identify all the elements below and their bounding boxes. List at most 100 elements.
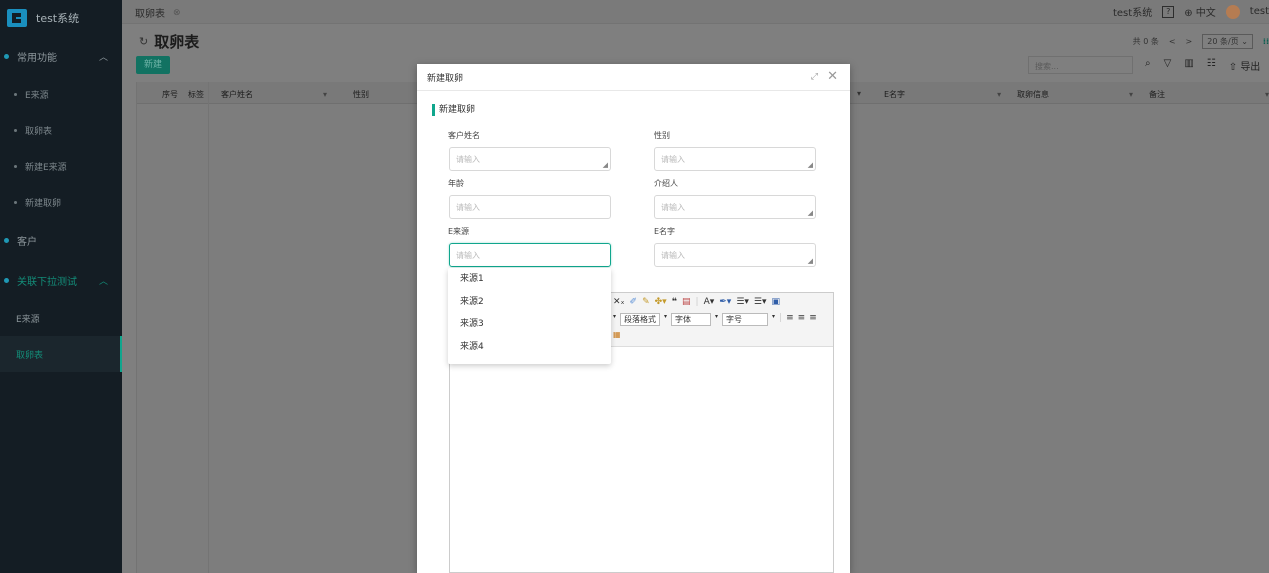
fullscreen-icon[interactable]: ⤢	[811, 72, 818, 82]
label-gender: 性别	[654, 131, 670, 140]
next-page-button[interactable]: >	[1186, 37, 1193, 46]
placeholder: 请输入	[661, 203, 685, 212]
col-e-name[interactable]: E名字 ▾	[884, 89, 1001, 100]
col-label: E名字	[884, 90, 906, 99]
select-label: 字号	[726, 315, 743, 324]
app-logo[interactable]: test系统	[0, 0, 122, 36]
filter-icon[interactable]: ▽	[1164, 58, 1172, 73]
close-tab-icon[interactable]: ⊗	[173, 8, 181, 18]
align-right-icon[interactable]: ≡	[809, 313, 817, 326]
sidebar-item-label: 新建E来源	[25, 162, 67, 173]
chevron-up-icon: ︿	[98, 53, 108, 63]
page-size-select[interactable]: 20 条/页 ⌄	[1202, 34, 1253, 49]
placeholder: 请输入	[456, 251, 480, 260]
quote-icon[interactable]: ❝	[672, 297, 677, 307]
customer-name-field[interactable]: 请输入 ◢	[449, 147, 611, 171]
chart-icon[interactable]: ▥	[1184, 58, 1193, 73]
sidebar-item-new-e-source[interactable]: 新建E来源	[0, 148, 122, 184]
col-remark[interactable]: 备注 ▾	[1149, 89, 1269, 100]
bullet-icon	[14, 200, 17, 204]
paste-icon[interactable]: ▤	[682, 297, 691, 307]
page-title: ↻ 取卵表	[139, 31, 199, 52]
sidebar: test系统 常用功能 ︿ E来源 取卵表 新建E来源 新建取卵 客户 关联下拉…	[0, 0, 122, 573]
help-icon[interactable]: ?	[1162, 5, 1175, 18]
sidebar-group-label: 客户	[17, 236, 37, 248]
app-title: test系统	[36, 12, 80, 25]
unordered-list-icon[interactable]: ☰▾	[754, 297, 767, 307]
referrer-field[interactable]: 请输入 ◢	[654, 195, 816, 219]
user-name[interactable]: test	[1250, 6, 1269, 17]
language-switch[interactable]: ⊕ 中文	[1184, 4, 1216, 19]
sidebar-item-egg-table[interactable]: 取卵表	[0, 112, 122, 148]
eraser-icon[interactable]: ✐	[630, 297, 638, 307]
search-icon[interactable]: ⌕	[1145, 58, 1151, 73]
search-input[interactable]: 搜索...	[1028, 56, 1133, 74]
dropdown-option[interactable]: 来源1	[448, 268, 611, 291]
chevron-down-icon[interactable]: ▾	[664, 313, 667, 326]
font-color-icon[interactable]: A▾	[704, 297, 715, 307]
sidebar-item-new-egg[interactable]: 新建取卵	[0, 184, 122, 220]
dropdown-option[interactable]: 来源4	[448, 336, 611, 359]
col-customer-name[interactable]: 客户姓名 ▾	[221, 89, 327, 100]
chevron-down-icon[interactable]: ▾	[772, 313, 775, 326]
age-field[interactable]: 请输入	[449, 195, 611, 219]
col-sort-gender[interactable]: ▾	[857, 89, 861, 98]
highlight-icon[interactable]: ✒▾	[719, 297, 731, 307]
ordered-list-icon[interactable]: ☰▾	[736, 297, 749, 307]
grid-icon[interactable]: ⁞⁞	[1263, 37, 1269, 46]
columns-icon[interactable]: ☷	[1207, 58, 1216, 73]
fullscreen-editor-icon[interactable]: ▣	[772, 297, 781, 307]
dropdown-option[interactable]: 来源3	[448, 313, 611, 336]
sidebar-group-common[interactable]: 常用功能 ︿	[0, 36, 122, 76]
sidebar-group-label: 常用功能	[17, 52, 57, 64]
sort-icon: ▾	[1129, 90, 1134, 99]
close-icon[interactable]: ✕	[827, 69, 838, 84]
section-title: 新建取卵	[432, 104, 475, 116]
bullet-icon	[14, 92, 17, 96]
placeholder: 请输入	[456, 155, 480, 164]
font-family-select[interactable]: 字体	[671, 313, 712, 326]
dropdown-option[interactable]: 来源2	[448, 291, 611, 314]
remove-format-icon[interactable]: ✕ₓ	[613, 297, 625, 307]
e-source-select[interactable]: 请输入	[449, 243, 611, 267]
tab-egg-table[interactable]: 取卵表	[135, 5, 165, 20]
toolbar-actions: ⌕ ▽ ▥ ☷ ⇧ 导出	[1145, 58, 1260, 73]
paragraph-format-select[interactable]: 段落格式	[620, 313, 661, 326]
align-center-icon[interactable]: ≡	[798, 313, 806, 326]
col-egg-info[interactable]: 取卵信息 ▾	[1017, 89, 1133, 100]
col-label: 备注	[1149, 90, 1165, 99]
export-icon: ⇧	[1228, 62, 1238, 73]
e-name-field[interactable]: 请输入 ◢	[654, 243, 816, 267]
sidebar-group-linked-dropdown-test[interactable]: 关联下拉测试 ︿	[0, 260, 122, 300]
sidebar-item-e-source-2[interactable]: E来源	[0, 300, 122, 336]
col-label: 取卵信息	[1017, 90, 1049, 99]
col-gender[interactable]: 性别	[353, 89, 369, 100]
insert-image-icon[interactable]: ▦	[613, 330, 621, 339]
align-left-icon[interactable]: ≡	[786, 313, 794, 326]
chevron-down-icon[interactable]: ▾	[715, 313, 718, 326]
sidebar-item-egg-table-active[interactable]: 取卵表	[0, 336, 122, 372]
font-size-select[interactable]: 字号	[722, 313, 769, 326]
group-icon	[4, 277, 9, 283]
resize-grip-icon[interactable]: ◢	[808, 161, 813, 169]
brush-icon[interactable]: ✎	[642, 297, 650, 307]
format-painter-icon[interactable]: ✤▾	[655, 297, 667, 307]
prev-page-button[interactable]: <	[1169, 37, 1176, 46]
globe-icon: ⊕	[1184, 8, 1193, 19]
sidebar-item-e-source[interactable]: E来源	[0, 76, 122, 112]
system-name[interactable]: test系统	[1113, 4, 1152, 19]
gender-field[interactable]: 请输入 ◢	[654, 147, 816, 171]
new-button[interactable]: 新建	[136, 56, 170, 74]
chevron-down-icon[interactable]: ▾	[613, 313, 616, 326]
export-button[interactable]: ⇧ 导出	[1229, 58, 1261, 73]
sidebar-item-label: 取卵表	[16, 350, 44, 361]
placeholder: 请输入	[661, 155, 685, 164]
refresh-icon[interactable]: ↻	[139, 35, 148, 48]
resize-grip-icon[interactable]: ◢	[603, 161, 608, 169]
sidebar-group-customer[interactable]: 客户	[0, 220, 122, 260]
bullet-icon	[14, 164, 17, 168]
avatar[interactable]	[1225, 4, 1240, 19]
select-label: 字体	[675, 315, 692, 324]
resize-grip-icon[interactable]: ◢	[808, 209, 813, 217]
resize-grip-icon[interactable]: ◢	[808, 257, 813, 265]
